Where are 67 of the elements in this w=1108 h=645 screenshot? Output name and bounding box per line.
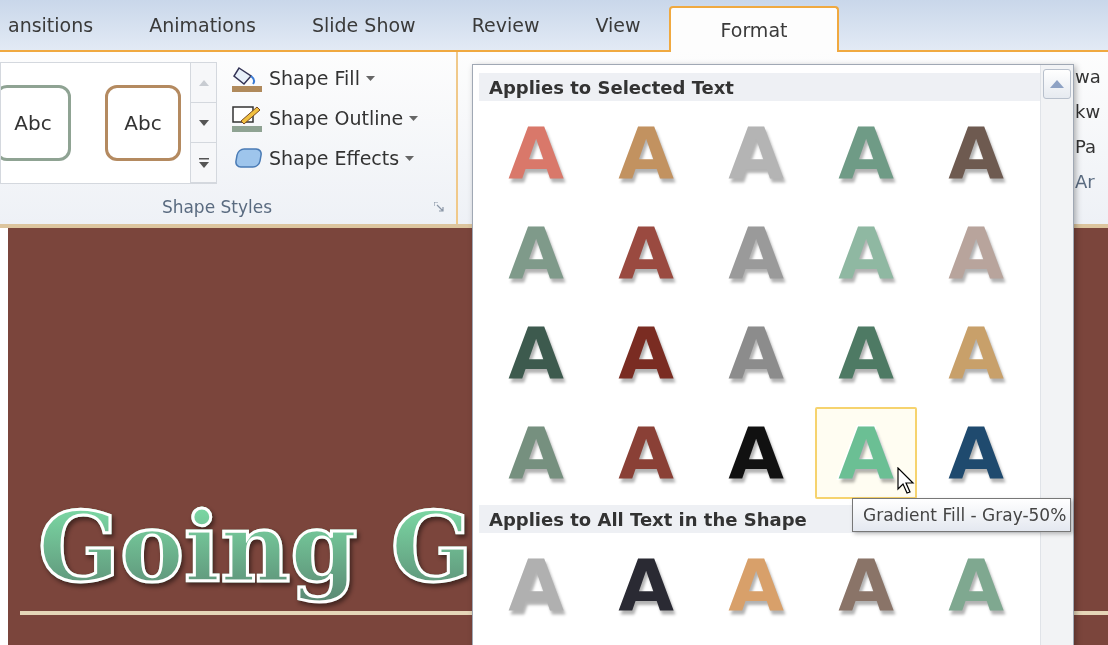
more-button[interactable] [191, 143, 216, 183]
styled-letter: A [838, 417, 894, 489]
ribbon-command[interactable]: kw [1075, 101, 1108, 122]
text-style-option[interactable]: A [815, 307, 917, 399]
scroll-down-button[interactable] [191, 103, 216, 143]
styled-letter: A [618, 317, 674, 389]
paint-bucket-icon [231, 64, 263, 92]
shape-command-button[interactable]: Shape Effects [229, 142, 421, 174]
styled-letter: A [838, 217, 894, 289]
styled-letter: A [728, 217, 784, 289]
styled-letter: A [948, 417, 1004, 489]
ribbon-tab[interactable]: Animations [121, 0, 284, 50]
expand-icon [198, 157, 209, 168]
shape-style-thumbnail[interactable]: Abc [1, 85, 71, 161]
styled-letter: A [948, 217, 1004, 289]
styled-letter: A [948, 117, 1004, 189]
ribbon-tab[interactable]: Review [443, 0, 568, 50]
shape-command-button[interactable]: Shape Fill [229, 62, 421, 94]
styled-letter: A [508, 317, 564, 389]
styled-letter: A [618, 117, 674, 189]
scroll-up-button[interactable] [1043, 69, 1071, 99]
pencil-icon [231, 104, 263, 132]
ribbon-command[interactable]: wa [1075, 66, 1108, 87]
caret-up-icon [1050, 80, 1064, 88]
shape-style-thumbnail[interactable]: Abc [105, 85, 181, 161]
styled-letter: A [728, 117, 784, 189]
styled-letter: A [728, 317, 784, 389]
caret-down-icon [409, 115, 419, 121]
ribbon-tab[interactable]: View [567, 0, 669, 50]
styled-letter: A [618, 417, 674, 489]
styled-letter: A [948, 549, 1004, 621]
styled-letter: A [728, 549, 784, 621]
text-style-option[interactable]: A [595, 207, 697, 299]
ribbon-tab[interactable]: ansitions [8, 0, 122, 50]
tooltip: Gradient Fill - Gray-50% [852, 498, 1072, 532]
section-header: Applies to Selected Text [479, 73, 1040, 101]
styled-letter: A [508, 549, 564, 621]
text-style-option[interactable]: A [595, 539, 697, 631]
text-style-option[interactable]: A [815, 539, 917, 631]
styled-letter: A [948, 317, 1004, 389]
text-style-option[interactable]: A [485, 307, 587, 399]
caret-up-icon [198, 79, 209, 86]
caret-down-icon [405, 155, 415, 161]
text-style-option[interactable]: A [595, 307, 697, 399]
text-style-option[interactable]: A [705, 407, 807, 499]
text-style-option[interactable]: A [595, 407, 697, 499]
ribbon-command[interactable]: Pa [1075, 136, 1108, 157]
caret-down-icon [365, 75, 375, 81]
styled-letter: A [508, 417, 564, 489]
ribbon-tab[interactable]: Slide Show [283, 0, 444, 50]
caret-down-icon [198, 119, 209, 126]
styled-letter: A [618, 217, 674, 289]
group-label: Shape Styles [160, 197, 274, 217]
styled-letter: A [618, 549, 674, 621]
styled-letter: A [838, 317, 894, 389]
shape-command-button[interactable]: Shape Outline [229, 102, 421, 134]
styled-letter: A [508, 217, 564, 289]
group-label: Ar [1075, 171, 1096, 192]
text-style-option[interactable]: A [925, 107, 1027, 199]
styled-letter: A [838, 549, 894, 621]
text-style-option[interactable]: A [925, 407, 1027, 499]
styled-letter: A [838, 117, 894, 189]
dialog-launcher-icon[interactable] [434, 202, 444, 212]
styled-letter: A [728, 417, 784, 489]
ribbon-tab[interactable]: Format [668, 6, 840, 52]
cursor-icon [897, 467, 915, 495]
styled-letter: A [508, 117, 564, 189]
